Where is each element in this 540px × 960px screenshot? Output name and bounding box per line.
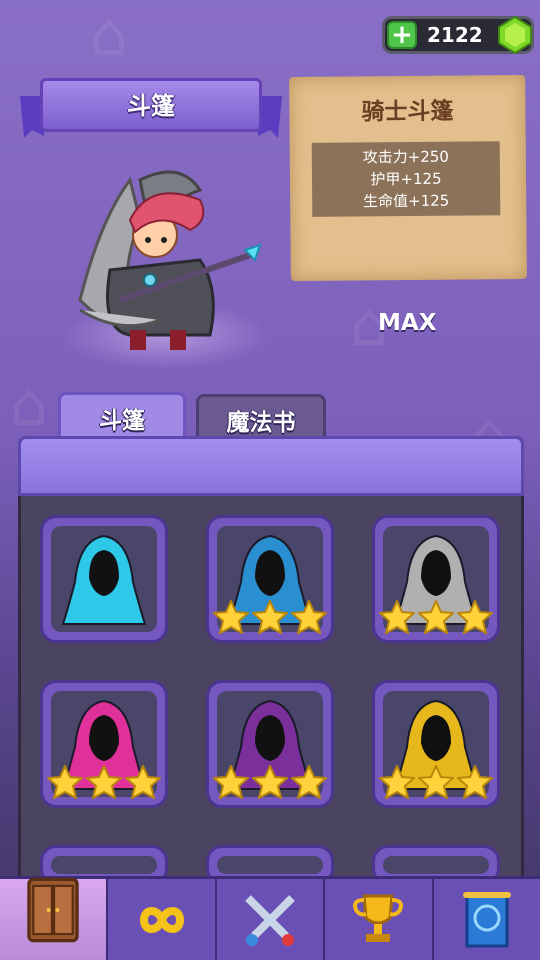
trophy-icon — [353, 894, 404, 942]
cloak-icon — [61, 534, 147, 625]
cloak-slot-inner — [217, 856, 323, 874]
gem-amount: 2122 — [427, 23, 483, 47]
star-icon — [47, 765, 83, 799]
star-icon — [418, 765, 454, 799]
scroll-banner-icon — [462, 891, 511, 947]
wardrobe-icon — [27, 877, 79, 942]
star-icon — [86, 765, 122, 799]
star-icon — [252, 600, 288, 634]
background-hat-decoration: ⌂ — [90, 0, 129, 70]
background-hat-decoration: ⌂ — [10, 370, 49, 440]
star-rating — [379, 765, 493, 799]
tab-cloak[interactable]: 斗篷 — [58, 392, 186, 440]
nav-quests[interactable] — [434, 879, 540, 960]
cloak-slot[interactable] — [372, 680, 500, 808]
bottom-navigation — [0, 876, 540, 960]
nav-battle[interactable] — [217, 879, 326, 960]
cloak-slot-inner — [383, 856, 489, 874]
level-max-label: MAX — [378, 310, 437, 336]
star-icon — [457, 600, 493, 634]
star-icon — [291, 600, 327, 634]
nav-wardrobe[interactable] — [0, 877, 109, 960]
item-stats-box: 攻击力+250 护甲+125 生命值+125 — [311, 141, 501, 217]
inventory-panel — [18, 436, 524, 896]
nav-endless[interactable] — [108, 879, 217, 960]
infinity-icon — [139, 906, 184, 933]
star-icon — [252, 765, 288, 799]
star-icon — [213, 765, 249, 799]
star-icon — [379, 600, 415, 634]
stat-health: 生命值+125 — [363, 191, 450, 211]
add-gems-button[interactable]: + — [387, 21, 417, 49]
star-rating — [213, 600, 327, 634]
item-name: 骑士斗篷 — [361, 98, 454, 126]
cloak-slot[interactable] — [40, 515, 168, 643]
star-icon — [457, 765, 493, 799]
star-icon — [125, 765, 161, 799]
star-rating — [47, 765, 161, 799]
gem-currency-display: + 2122 — [382, 15, 534, 55]
inventory-panel-header — [18, 436, 524, 496]
star-rating — [213, 765, 327, 799]
star-rating — [379, 600, 493, 634]
green-gem-icon — [498, 15, 532, 55]
cloak-slot[interactable] — [372, 515, 500, 643]
cloak-slot[interactable] — [206, 680, 334, 808]
crossed-swords-icon — [245, 894, 295, 946]
plus-icon: + — [391, 20, 413, 50]
cloak-slot[interactable] — [40, 680, 168, 808]
star-icon — [379, 765, 415, 799]
nav-leaderboard[interactable] — [325, 879, 434, 960]
banner-title: 斗篷 — [127, 92, 175, 120]
stat-attack: 攻击力+250 — [362, 147, 449, 167]
cloak-slot[interactable] — [206, 515, 334, 643]
star-icon — [418, 600, 454, 634]
character-wearing-cloak — [78, 170, 262, 350]
stat-armor: 护甲+125 — [370, 169, 442, 189]
category-banner: 斗篷 — [20, 78, 282, 140]
tab-spellbook[interactable]: 魔法书 — [196, 394, 326, 442]
item-detail-card: 骑士斗篷 攻击力+250 护甲+125 生命值+125 — [289, 74, 527, 282]
star-icon — [213, 600, 249, 634]
star-icon — [291, 765, 327, 799]
